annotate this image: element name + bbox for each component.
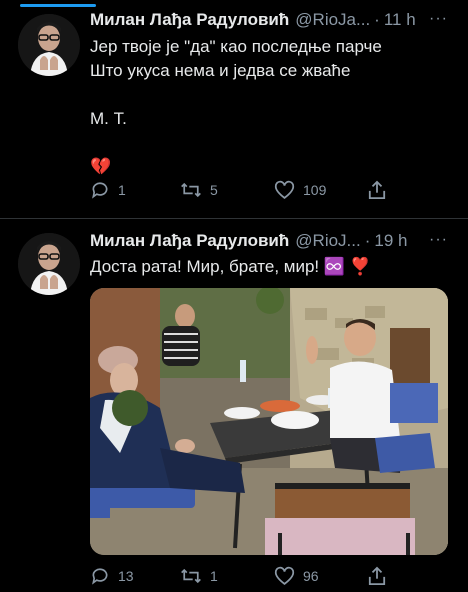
share-button[interactable] xyxy=(368,566,386,586)
reply-button[interactable]: 13 xyxy=(90,566,134,586)
share-button[interactable] xyxy=(368,180,386,200)
retweet-count: 5 xyxy=(210,182,218,198)
share-icon xyxy=(368,180,386,199)
like-icon xyxy=(274,180,295,199)
author-handle[interactable]: @RioJ... xyxy=(295,231,360,251)
reply-button[interactable]: 1 xyxy=(90,180,126,200)
like-icon xyxy=(274,566,295,585)
more-icon[interactable]: ··· xyxy=(429,10,448,28)
retweet-button[interactable]: 1 xyxy=(180,566,218,586)
author-handle[interactable]: @RioJa... xyxy=(295,10,370,30)
retweet-icon xyxy=(181,182,201,198)
like-count: 109 xyxy=(303,182,327,198)
reply-icon xyxy=(92,568,108,585)
reply-count: 13 xyxy=(118,568,134,584)
reply-count: 1 xyxy=(118,182,126,198)
retweet-count: 1 xyxy=(210,568,218,584)
tweet-text: Доста рата! Мир, брате, мир! ♾️ ❣️ xyxy=(90,257,371,276)
like-button[interactable]: 96 xyxy=(274,566,319,586)
more-icon[interactable]: ··· xyxy=(429,231,448,249)
timestamp[interactable]: 19 h xyxy=(374,231,407,251)
retweet-icon xyxy=(181,568,201,584)
timestamp[interactable]: 11 h xyxy=(384,10,416,30)
separator-dot: · xyxy=(374,10,380,29)
like-button[interactable]: 109 xyxy=(274,180,326,200)
author-name[interactable]: Милан Лађа Радуловић xyxy=(90,231,289,251)
retweet-button[interactable]: 5 xyxy=(180,180,218,200)
share-icon xyxy=(368,566,386,585)
separator-dot: · xyxy=(364,231,371,250)
tweet-1[interactable]: Милан Лађа Радуловић @RioJa... · 11 h ··… xyxy=(0,0,468,218)
tweet-actions: 13 1 96 xyxy=(90,566,448,588)
tweet-text: Јер твоје је "да" као последње парче Што… xyxy=(90,37,382,176)
avatar[interactable] xyxy=(18,233,80,295)
avatar[interactable] xyxy=(18,14,80,76)
like-count: 96 xyxy=(303,568,319,584)
author-name[interactable]: Милан Лађа Радуловић xyxy=(90,10,289,30)
tweet-header: Милан Лађа Радуловић @RioJ... · 19 h xyxy=(90,230,448,252)
tweet-header: Милан Лађа Радуловић @RioJa... · 11 h xyxy=(90,9,448,31)
tweet-actions: 1 5 109 xyxy=(90,180,448,202)
reply-icon xyxy=(92,182,108,199)
tweet-photo[interactable] xyxy=(90,288,448,555)
